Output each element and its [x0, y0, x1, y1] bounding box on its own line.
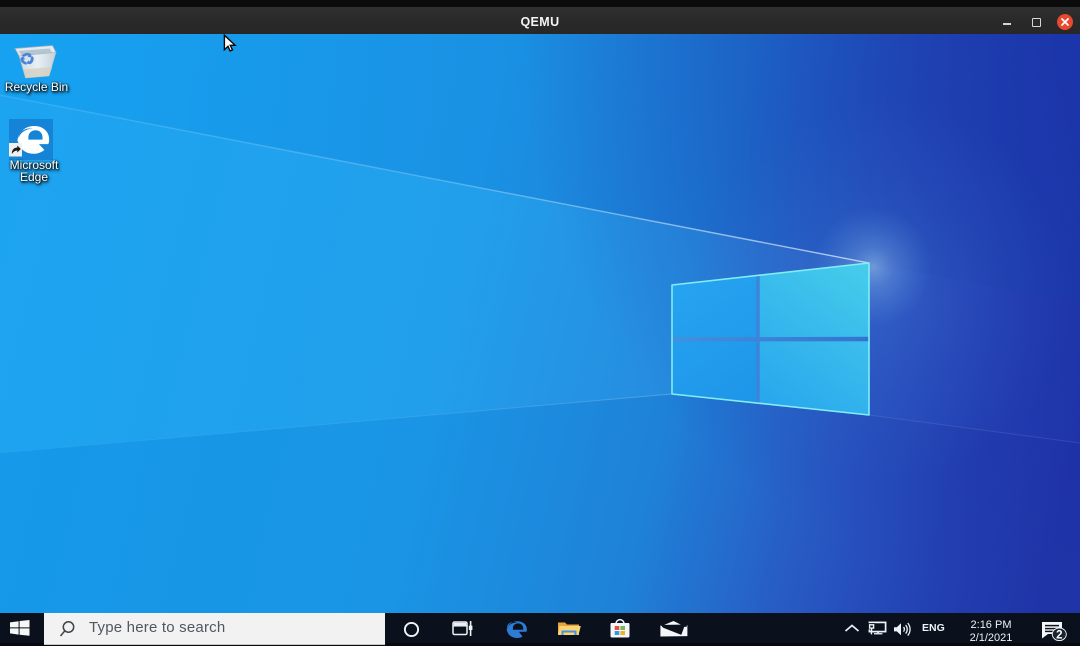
svg-text:2: 2 [1056, 629, 1062, 641]
